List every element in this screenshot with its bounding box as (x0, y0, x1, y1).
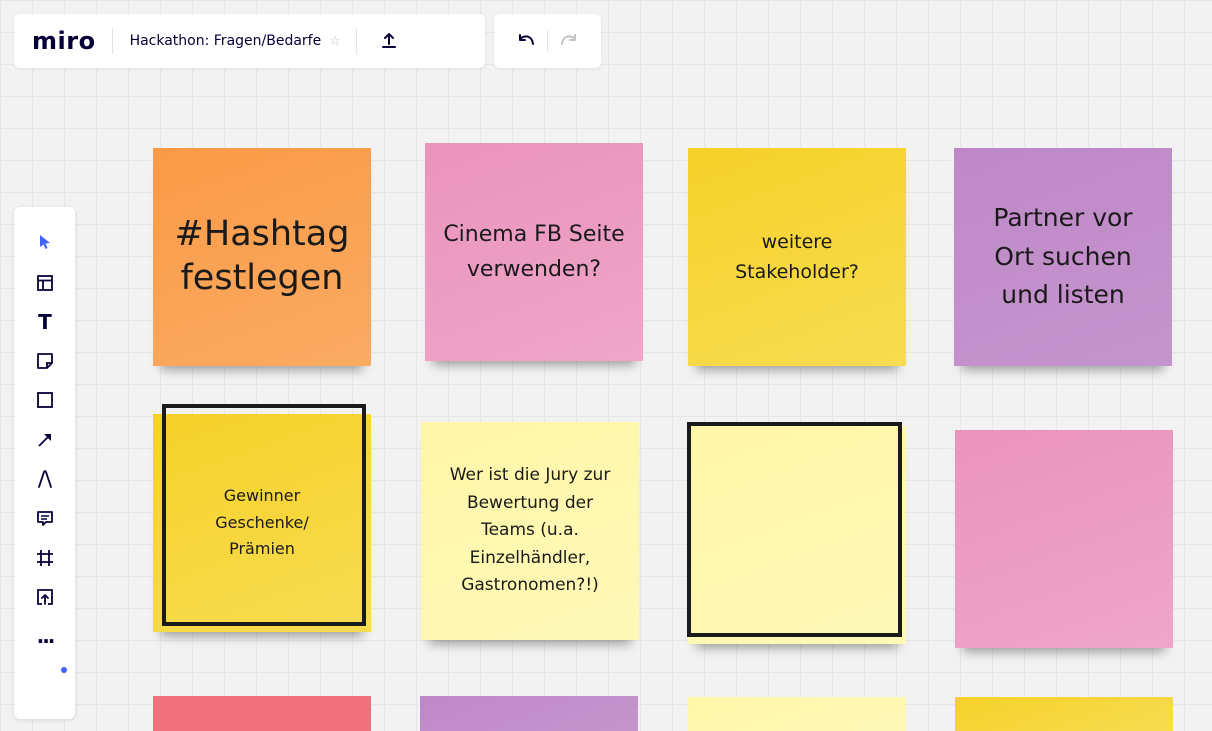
pen-icon (38, 470, 52, 488)
text-tool[interactable]: T (28, 305, 62, 339)
templates-icon (37, 275, 53, 291)
shape-icon (37, 392, 53, 408)
undo-redo-bar (494, 14, 601, 68)
sticky-note[interactable] (955, 697, 1173, 731)
sticky-note[interactable] (420, 696, 638, 731)
selection-frame[interactable] (162, 404, 366, 626)
sticky-note-tool[interactable] (28, 344, 62, 378)
sticky-note[interactable]: weitere Stakeholder? (688, 148, 906, 366)
text-icon: T (38, 310, 52, 334)
pen-tool[interactable] (28, 462, 62, 496)
frame-tool[interactable] (28, 541, 62, 575)
shape-tool[interactable] (28, 383, 62, 417)
upload-icon (381, 33, 396, 48)
sticky-note[interactable]: Wer ist die Jury zur Bewertung der Teams… (421, 422, 639, 640)
board-title[interactable]: Hackathon: Fragen/Bedarfe (130, 33, 322, 49)
star-icon[interactable]: ☆ (329, 34, 341, 49)
left-toolbar: T ... (14, 207, 75, 719)
sticky-note[interactable] (153, 696, 371, 731)
more-tools-button[interactable]: ... (28, 619, 62, 653)
redo-button[interactable] (554, 27, 582, 55)
upload-icon (37, 589, 53, 605)
sticky-note-text: weitere Stakeholder? (735, 230, 859, 283)
comment-tool[interactable] (28, 502, 62, 536)
sticky-note[interactable] (688, 697, 906, 731)
connection-line-tool[interactable] (28, 423, 62, 457)
sticky-note-icon (37, 353, 53, 369)
frame-icon (37, 550, 53, 566)
upload-tool[interactable] (28, 580, 62, 614)
sticky-note-text: Cinema FB Seite verwenden? (443, 221, 625, 282)
sticky-note-text: Partner vor Ort suchen und listen (993, 202, 1133, 310)
sticky-note-text: #Hashtag festlegen (174, 214, 350, 298)
select-icon (40, 235, 50, 249)
connection-line-icon (38, 434, 51, 447)
undo-icon (519, 34, 534, 45)
undo-button[interactable] (513, 27, 541, 55)
notification-dot (61, 667, 67, 673)
select-tool[interactable] (28, 225, 62, 259)
miro-logo[interactable]: miro (32, 27, 96, 55)
sticky-note[interactable]: Partner vor Ort suchen und listen (954, 148, 1172, 366)
divider (355, 28, 357, 54)
selection-frame[interactable] (687, 422, 902, 637)
divider (111, 28, 113, 54)
board-header: miro Hackathon: Fragen/Bedarfe ☆ (14, 14, 485, 68)
more-icon: ... (36, 624, 56, 648)
divider (547, 30, 548, 52)
sticky-note-text: Wer ist die Jury zur Bewertung der Teams… (449, 465, 611, 596)
templates-tool[interactable] (28, 266, 62, 300)
share-button[interactable] (375, 27, 403, 55)
sticky-note[interactable] (955, 430, 1173, 648)
sticky-note[interactable]: Cinema FB Seite verwenden? (425, 143, 643, 361)
redo-icon (561, 34, 576, 45)
sticky-note[interactable]: #Hashtag festlegen (153, 148, 371, 366)
comment-icon (37, 511, 53, 526)
